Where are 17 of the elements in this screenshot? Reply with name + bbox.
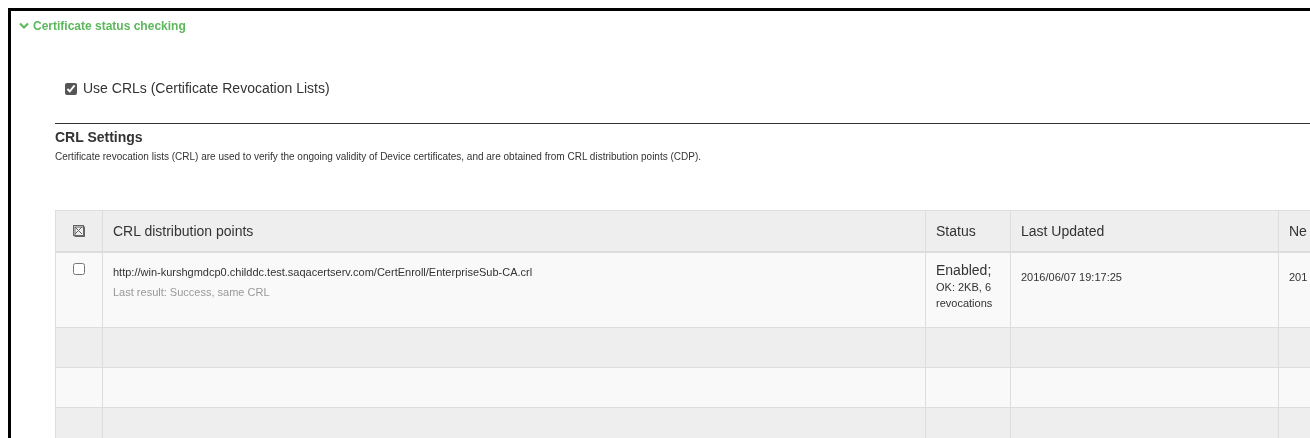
use-crls-checkbox[interactable] (65, 82, 77, 95)
last-updated: 2016/06/07 19:17:25 (1021, 271, 1122, 283)
crl-url: http://win-kurshgmdcp0.childdc.test.saqacertserv.com/CertEnroll/EnterpriseSub-CA.crl (113, 265, 534, 280)
status-detail: OK: 2KB, 6 revocations (936, 280, 994, 311)
next-update: 201 (1289, 271, 1308, 283)
last-result: Last result: Success, same CRL (113, 284, 271, 300)
chevron-icon (19, 22, 29, 30)
status-text: Enabled; (936, 261, 993, 279)
row-checkbox[interactable] (73, 263, 85, 275)
column-header[interactable]: Status (936, 220, 976, 242)
settings-description: Certificate revocation lists (CRL) are used to verify the ongoing validity of Device certificates, and are obtained from CRL distribution points (CDP). (55, 150, 703, 164)
settings-heading: CRL Settings (55, 128, 144, 147)
column-header[interactable]: Last Updated (1021, 220, 1105, 242)
column-header[interactable]: Ne (1289, 220, 1307, 242)
checkbox-label: Use CRLs (Certificate Revocation Lists) (83, 79, 330, 98)
column-header[interactable]: CRL distribution points (113, 220, 254, 242)
select-all-icon[interactable] (73, 225, 85, 237)
